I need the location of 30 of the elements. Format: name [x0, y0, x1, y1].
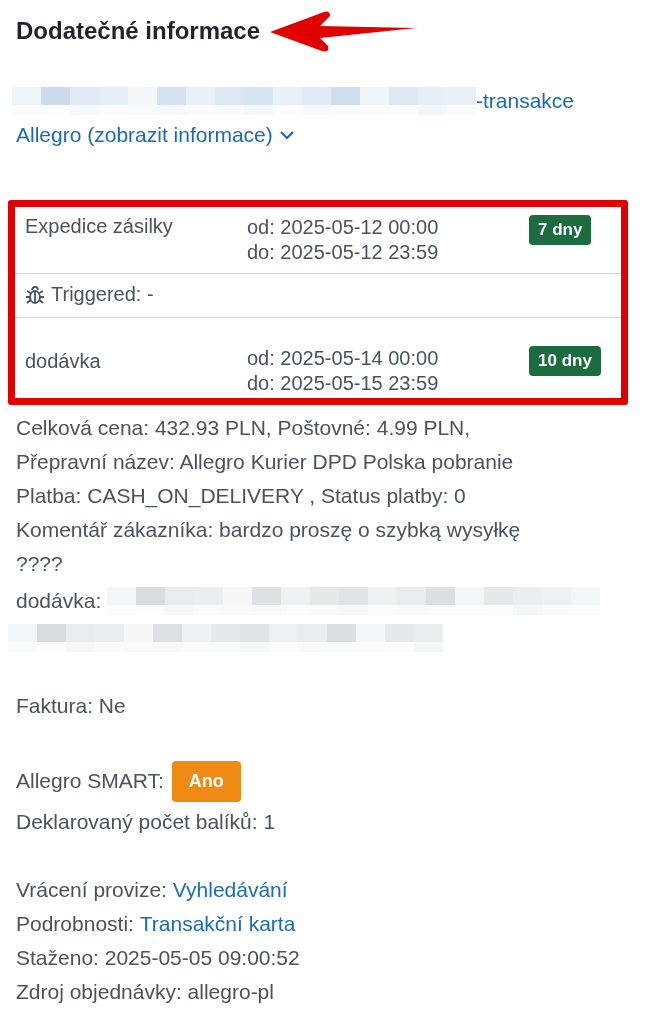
detail-text: Platba: CASH_ON_DELIVERY , Status platby: 0: [16, 484, 466, 508]
days-badge: 7 dny: [529, 215, 592, 245]
detail-text: Deklarovaný počet balíků: 1: [16, 810, 276, 834]
date-from: od: 2025-05-14 00:00: [247, 346, 440, 371]
detail-text: ????: [16, 552, 63, 576]
detail-text: Faktura: Ne: [16, 694, 126, 718]
detail-link[interactable]: Transakční karta: [139, 912, 296, 936]
days-badge: 10 dny: [529, 346, 601, 376]
detail-link[interactable]: Vyhledávání: [172, 878, 288, 902]
detail-text: Komentář zákazníka: bardzo proszę o szybką wysyłkę: [16, 518, 521, 542]
date-to: do: 2025-05-15 23:59: [247, 371, 440, 396]
detail-label: Allegro SMART:: [16, 769, 164, 793]
transaction-link[interactable]: -transakce: [476, 89, 575, 113]
chevron-down-icon: [278, 130, 295, 140]
date-from: od: 2025-05-12 00:00: [247, 215, 440, 240]
schedule-label: dodávka: [25, 350, 102, 373]
detail-text: Přepravní název: Allegro Kurier DPD Polska pobranie: [16, 450, 514, 474]
detail-text: Zdroj objednávky: allegro-pl: [16, 980, 274, 1004]
schedule-label: Expedice zásilky: [25, 215, 174, 238]
detail-text: Staženo: 2025-05-05 09:00:52: [16, 946, 300, 970]
detail-label: Vrácení provize:: [16, 878, 167, 902]
bug-icon: [25, 284, 45, 305]
allegro-toggle-link[interactable]: Allegro (zobrazit informace): [16, 123, 295, 147]
section-heading: Dodatečné informace: [16, 17, 261, 45]
triggered-text: Triggered: -: [51, 283, 154, 306]
detail-label: Podrobnosti:: [16, 912, 134, 936]
date-to: do: 2025-05-12 23:59: [247, 240, 440, 265]
smart-badge: Ano: [171, 760, 241, 802]
detail-label: dodávka:: [16, 589, 102, 613]
detail-text: Celková cena: 432.93 PLN, Poštovné: 4.99 PLN,: [16, 416, 471, 440]
